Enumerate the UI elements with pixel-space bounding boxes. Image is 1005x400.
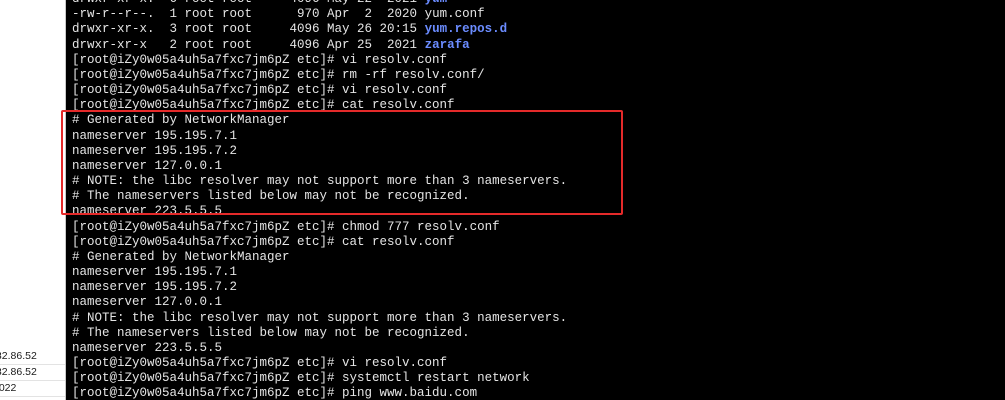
terminal-line-text: nameserver 195.195.7.1 [72, 265, 238, 280]
terminal-line: nameserver 195.195.7.2 [72, 144, 567, 159]
terminal-line: [root@iZy0w05a4uh5a7fxc7jm6pZ etc]# cat … [72, 98, 567, 113]
terminal-line: nameserver 223.5.5.5 [72, 341, 567, 356]
directory-name: yum.repos.d [424, 22, 508, 37]
terminal-line: nameserver 195.195.7.2 [72, 280, 567, 295]
session-list-item[interactable]: .32.86.52 [0, 349, 65, 365]
terminal-line-text: -rw-r--r--. 1 root root 970 Apr 2 2020 [72, 7, 425, 22]
terminal-line-text: nameserver 195.195.7.2 [72, 143, 238, 158]
terminal-line-text: # The nameservers listed below may not b… [72, 189, 470, 204]
terminal-line-text: drwxr-xr-x 2 root root 4096 Apr 25 2021 [72, 37, 425, 52]
terminal-line: [root@iZy0w05a4uh5a7fxc7jm6pZ etc]# cat … [72, 235, 567, 250]
terminal-line-text: [root@iZy0w05a4uh5a7fxc7jm6pZ etc]# cat … [72, 98, 455, 113]
terminal-line-text: # NOTE: the libc resolver may not suppor… [72, 310, 568, 325]
terminal-line: # Generated by NetworkManager [72, 113, 567, 128]
terminal-line-text: drwxr-xr-x. 6 root root 4096 May 22 2021 [72, 0, 425, 6]
file-name: yum.conf [424, 7, 485, 22]
screen: .32.86.52 .32.86.52 0022 drwxr-xr-x. 6 r… [0, 0, 1005, 400]
terminal-line: nameserver 223.5.5.5 [72, 204, 567, 219]
terminal-line-text: [root@iZy0w05a4uh5a7fxc7jm6pZ etc]# vi r… [72, 83, 448, 98]
terminal-line-text: [root@iZy0w05a4uh5a7fxc7jm6pZ etc]# ping… [72, 386, 478, 400]
terminal-window[interactable]: drwxr-xr-x. 6 root root 4096 May 22 2021… [66, 0, 1005, 400]
terminal-line: [root@iZy0w05a4uh5a7fxc7jm6pZ etc]# ping… [72, 386, 567, 400]
terminal-line: drwxr-xr-x 2 root root 4096 Apr 25 2021 … [72, 38, 567, 53]
terminal-line: [root@iZy0w05a4uh5a7fxc7jm6pZ etc]# vi r… [72, 53, 567, 68]
session-list-panel: .32.86.52 .32.86.52 0022 [0, 0, 66, 400]
terminal-line: [root@iZy0w05a4uh5a7fxc7jm6pZ etc]# vi r… [72, 356, 567, 371]
session-list-item[interactable]: 0022 [0, 381, 65, 397]
terminal-line-text: drwxr-xr-x. 3 root root 4096 May 26 20:1… [72, 22, 425, 37]
terminal-line-text: [root@iZy0w05a4uh5a7fxc7jm6pZ etc]# rm -… [72, 67, 485, 82]
terminal-line: # Generated by NetworkManager [72, 250, 567, 265]
terminal-line: # The nameservers listed below may not b… [72, 326, 567, 341]
terminal-line-text: [root@iZy0w05a4uh5a7fxc7jm6pZ etc]# cat … [72, 234, 455, 249]
session-port: 0022 [0, 382, 17, 394]
terminal-line-text: [root@iZy0w05a4uh5a7fxc7jm6pZ etc]# syst… [72, 371, 530, 386]
session-address: .32.86.52 [0, 350, 37, 362]
terminal-line: [root@iZy0w05a4uh5a7fxc7jm6pZ etc]# rm -… [72, 68, 567, 83]
terminal-line: [root@iZy0w05a4uh5a7fxc7jm6pZ etc]# vi r… [72, 83, 567, 98]
terminal-line: nameserver 195.195.7.1 [72, 265, 567, 280]
terminal-line: nameserver 127.0.0.1 [72, 159, 567, 174]
session-address: .32.86.52 [0, 366, 37, 378]
terminal-line: nameserver 127.0.0.1 [72, 295, 567, 310]
terminal-line: # NOTE: the libc resolver may not suppor… [72, 174, 567, 189]
terminal-line: [root@iZy0w05a4uh5a7fxc7jm6pZ etc]# chmo… [72, 220, 567, 235]
terminal-line-text: nameserver 223.5.5.5 [72, 340, 223, 355]
terminal-line-text: # The nameservers listed below may not b… [72, 325, 470, 340]
session-list-item[interactable]: .32.86.52 [0, 365, 65, 381]
terminal-output: drwxr-xr-x. 6 root root 4096 May 22 2021… [72, 0, 567, 400]
directory-name: zarafa [424, 37, 470, 52]
terminal-line-text: # Generated by NetworkManager [72, 249, 290, 264]
terminal-line: -rw-r--r--. 1 root root 970 Apr 2 2020 y… [72, 7, 567, 22]
terminal-line: # NOTE: the libc resolver may not suppor… [72, 311, 567, 326]
terminal-line-text: nameserver 127.0.0.1 [72, 158, 223, 173]
terminal-line-text: nameserver 195.195.7.2 [72, 280, 238, 295]
terminal-line-text: nameserver 195.195.7.1 [72, 128, 238, 143]
terminal-line-text: # Generated by NetworkManager [72, 113, 290, 128]
terminal-line: drwxr-xr-x. 6 root root 4096 May 22 2021… [72, 0, 567, 7]
terminal-line-text: [root@iZy0w05a4uh5a7fxc7jm6pZ etc]# chmo… [72, 219, 500, 234]
terminal-line-text: nameserver 127.0.0.1 [72, 295, 223, 310]
terminal-line: [root@iZy0w05a4uh5a7fxc7jm6pZ etc]# syst… [72, 371, 567, 386]
terminal-line-text: [root@iZy0w05a4uh5a7fxc7jm6pZ etc]# vi r… [72, 52, 448, 67]
terminal-line-text: # NOTE: the libc resolver may not suppor… [72, 174, 568, 189]
terminal-line-text: nameserver 223.5.5.5 [72, 204, 223, 219]
directory-name: yum [425, 0, 448, 6]
terminal-line: drwxr-xr-x. 3 root root 4096 May 26 20:1… [72, 22, 567, 37]
terminal-line-text: [root@iZy0w05a4uh5a7fxc7jm6pZ etc]# vi r… [72, 356, 448, 371]
terminal-line: nameserver 195.195.7.1 [72, 129, 567, 144]
terminal-line: # The nameservers listed below may not b… [72, 189, 567, 204]
